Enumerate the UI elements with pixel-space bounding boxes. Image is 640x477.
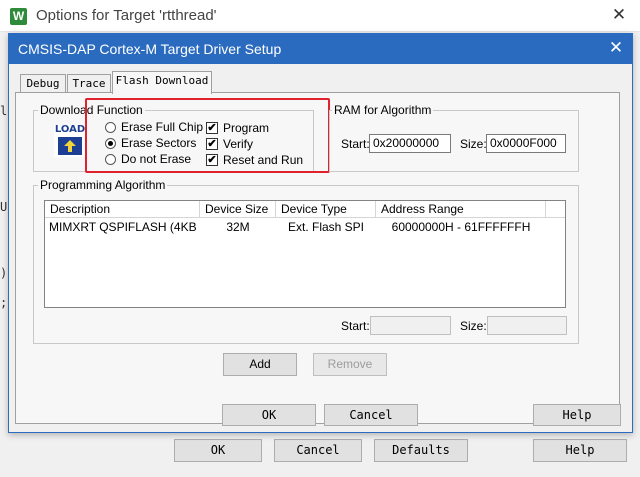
outer-ok-button[interactable]: OK	[174, 439, 262, 462]
column-header-description[interactable]: Description	[45, 201, 200, 218]
dialog-close-icon[interactable]: ✕	[605, 37, 627, 59]
app-icon: W	[10, 8, 27, 25]
outer-window-title: Options for Target 'rtthread'	[36, 7, 217, 24]
algo-size-input[interactable]	[487, 316, 567, 335]
cell-address-range: 60000000H - 61FFFFFFH	[391, 220, 531, 234]
outer-cancel-button[interactable]: Cancel	[274, 439, 362, 462]
column-header-device-size[interactable]: Device Size	[200, 201, 276, 218]
tab-flash-download[interactable]: Flash Download	[112, 71, 212, 94]
outer-defaults-button[interactable]: Defaults	[374, 439, 468, 462]
ram-size-label: Size:	[460, 137, 487, 151]
background-glyph: U	[0, 200, 8, 214]
column-header-device-type[interactable]: Device Type	[276, 201, 376, 218]
dialog-help-button[interactable]: Help	[533, 404, 621, 426]
load-icon-text: LOAD	[54, 124, 86, 135]
highlight-annotation	[85, 98, 330, 173]
ram-start-label: Start:	[341, 137, 370, 151]
background-glyph: ;	[0, 296, 8, 310]
remove-button: Remove	[313, 353, 387, 376]
background-glyph: l	[0, 104, 8, 118]
dialog-title: CMSIS-DAP Cortex-M Target Driver Setup	[18, 41, 282, 57]
algo-start-input[interactable]	[370, 316, 451, 335]
load-icon: LOAD	[54, 124, 86, 157]
cell-device-type: Ext. Flash SPI	[287, 220, 365, 234]
ram-for-algorithm-label: RAM for Algorithm	[332, 103, 434, 117]
tab-trace[interactable]: Trace	[67, 74, 111, 93]
ram-start-input[interactable]: 0x20000000	[369, 134, 451, 153]
cell-description: MIMXRT QSPIFLASH (4KB ...	[49, 220, 199, 234]
cell-device-size: 32M	[226, 220, 250, 234]
column-header-address-range[interactable]: Address Range	[376, 201, 546, 218]
dialog-ok-button[interactable]: OK	[222, 404, 316, 426]
ram-size-input[interactable]: 0x0000F000	[486, 134, 566, 153]
tab-debug[interactable]: Debug	[20, 74, 66, 93]
table-row[interactable]: MIMXRT QSPIFLASH (4KB ... 32M Ext. Flash…	[45, 219, 565, 237]
outer-help-button[interactable]: Help	[533, 439, 627, 462]
outer-close-icon[interactable]: ✕	[608, 4, 630, 26]
dialog-cancel-button[interactable]: Cancel	[324, 404, 418, 426]
algo-start-label: Start:	[341, 319, 370, 333]
algo-size-label: Size:	[460, 319, 487, 333]
algorithm-table[interactable]: Description Device Size Device Type Addr…	[44, 200, 566, 308]
background-glyph: )	[0, 266, 8, 280]
add-button[interactable]: Add	[223, 353, 297, 376]
column-header-filler	[546, 201, 565, 218]
programming-algorithm-label: Programming Algorithm	[38, 178, 168, 192]
